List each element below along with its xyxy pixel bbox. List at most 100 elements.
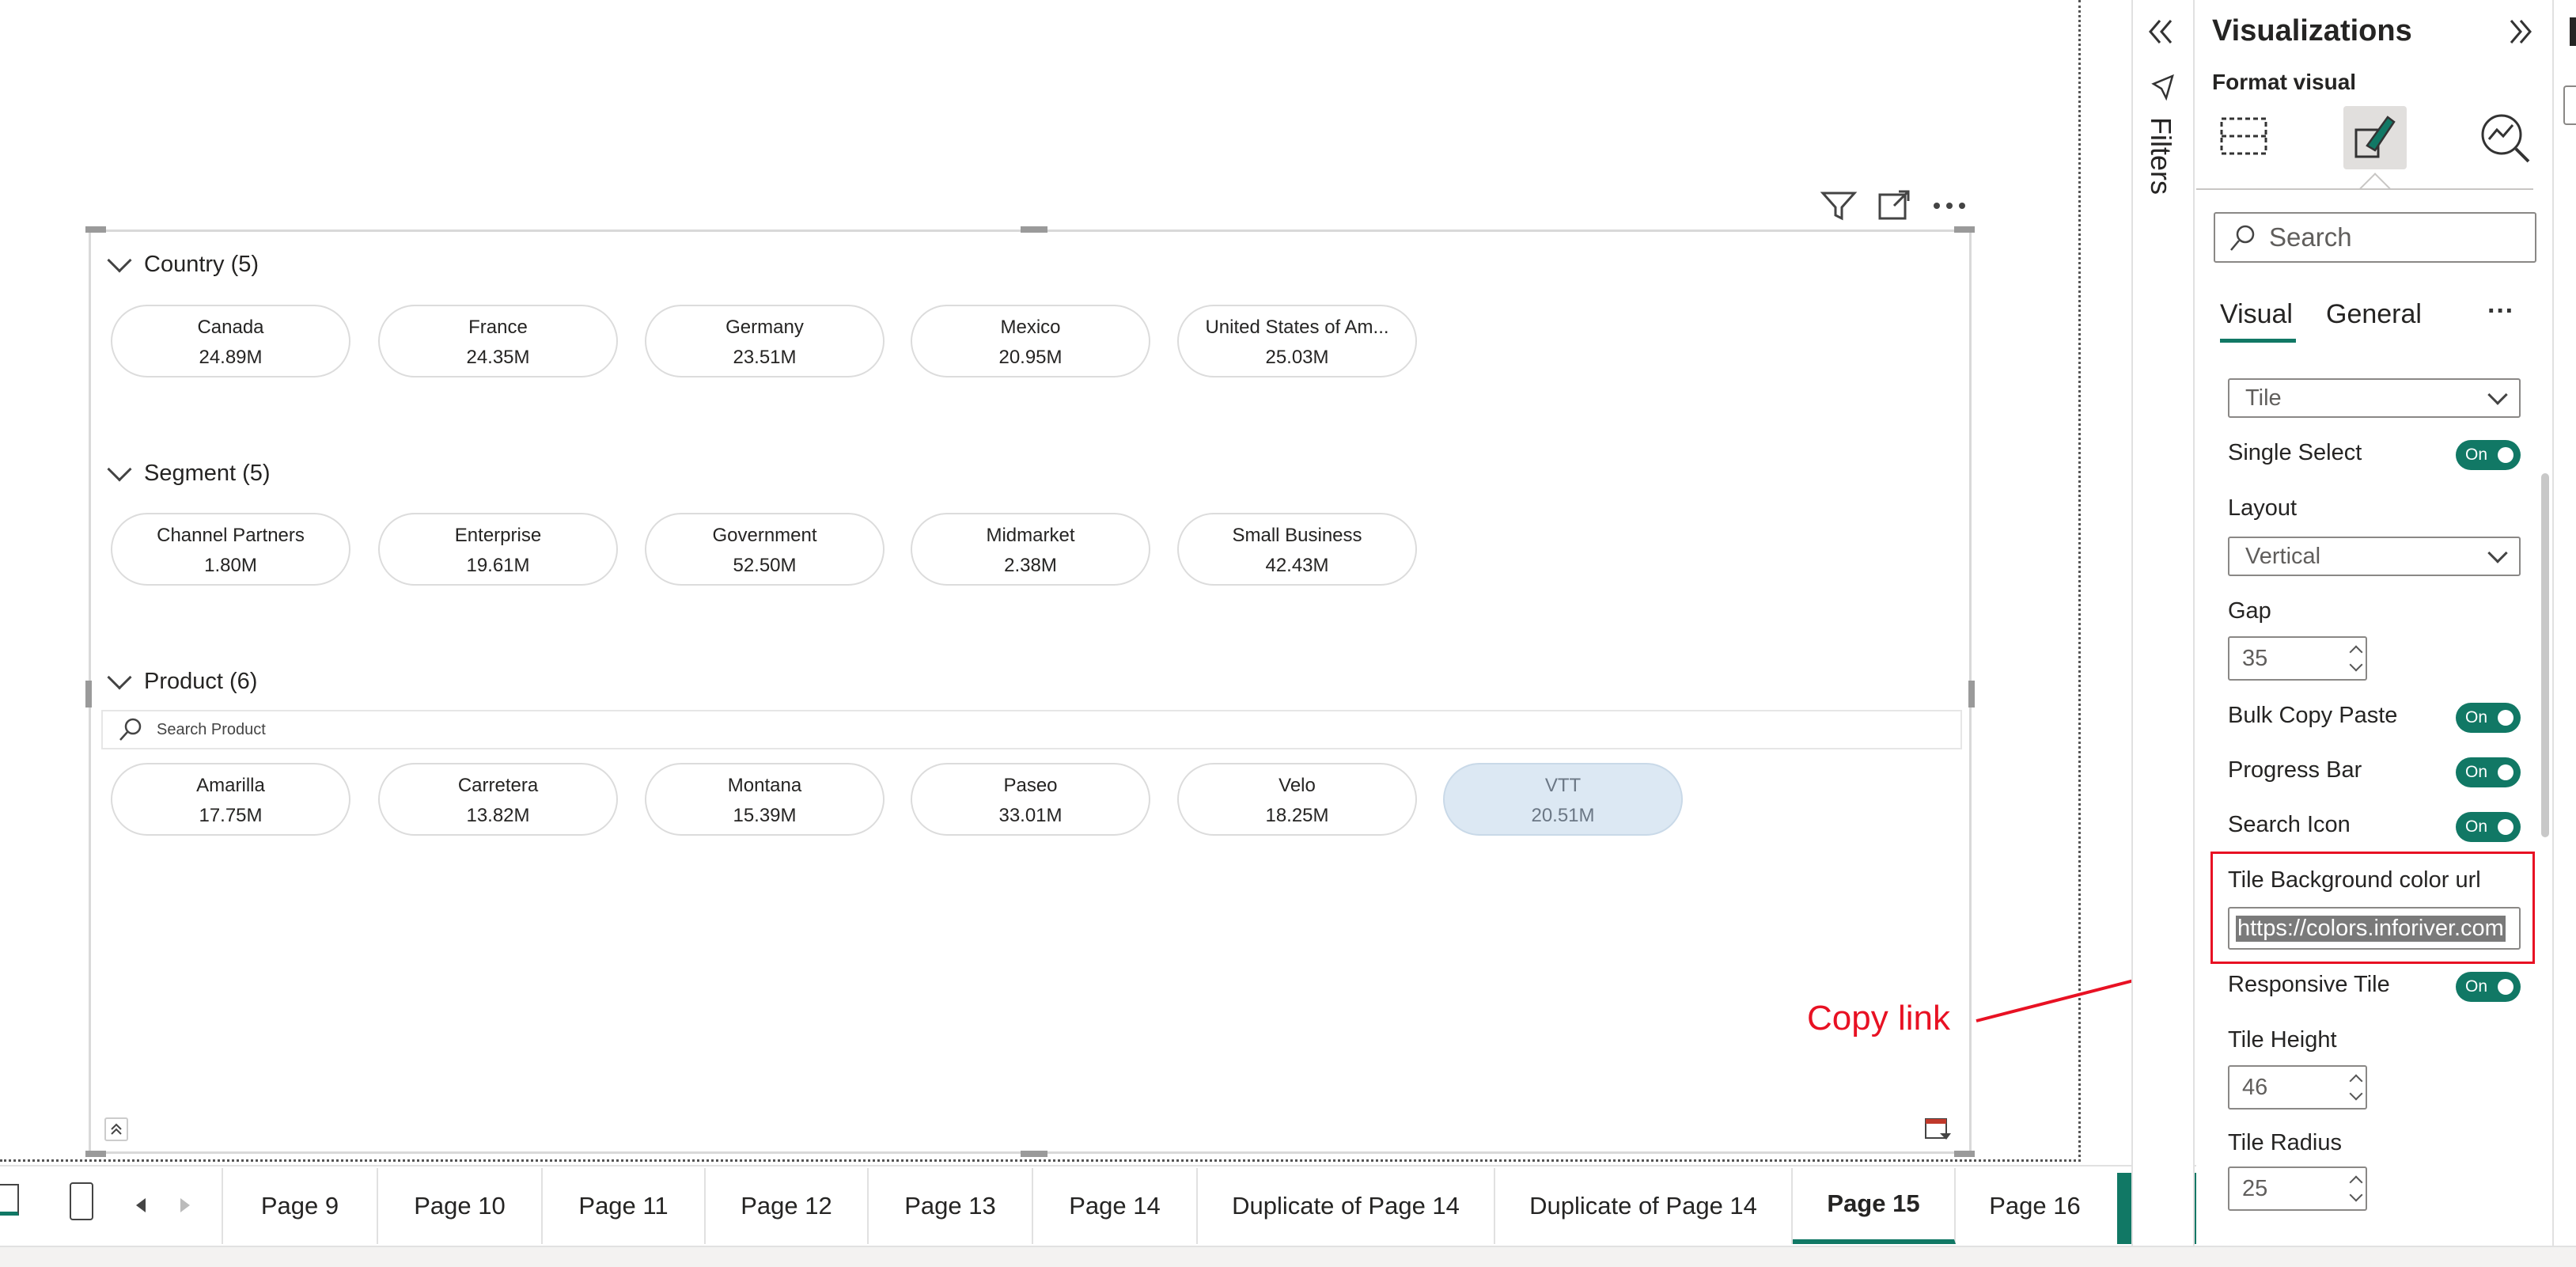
- tile-france[interactable]: France 24.35M: [378, 305, 618, 377]
- search-placeholder: Search Product: [157, 720, 266, 738]
- url-value-selected: https://colors.inforiver.com: [2236, 915, 2506, 942]
- gap-stepper[interactable]: 35: [2228, 636, 2367, 681]
- pane-divider: [2196, 188, 2533, 190]
- stepper-value: 25: [2242, 1175, 2268, 1201]
- resize-handle[interactable]: [1954, 1151, 1975, 1157]
- tile-small-business[interactable]: Small Business 42.43M: [1177, 513, 1417, 586]
- page-tab[interactable]: Page 13: [869, 1168, 1033, 1244]
- product-search-input[interactable]: Search Product: [101, 710, 1962, 749]
- pane-title: Visualizations: [2212, 14, 2412, 47]
- section-header-country[interactable]: Country (5): [107, 247, 259, 278]
- chevron-down-icon: [107, 456, 132, 482]
- tile-mexico[interactable]: Mexico 20.95M: [911, 305, 1150, 377]
- page-tab[interactable]: Page 12: [706, 1168, 869, 1244]
- tab-visual[interactable]: Visual: [2220, 299, 2293, 330]
- search-icon-label: Search Icon: [2228, 812, 2351, 837]
- chevron-down-icon: [2487, 385, 2508, 405]
- page-tab[interactable]: Page 10: [378, 1168, 543, 1244]
- filter-icon[interactable]: [1820, 188, 1858, 223]
- tile-united-states[interactable]: United States of Am... 25.03M: [1177, 305, 1417, 377]
- tile-government[interactable]: Government 52.50M: [645, 513, 885, 586]
- tile-name: Germany: [725, 317, 804, 338]
- data-pane-cut-search: [2563, 85, 2576, 125]
- build-visual-icon[interactable]: [2215, 108, 2272, 165]
- more-options-icon[interactable]: ···: [2487, 296, 2514, 327]
- tile-bg-url-input[interactable]: https://colors.inforiver.com: [2228, 907, 2521, 950]
- page-tab[interactable]: Page 16: [1956, 1168, 2114, 1244]
- decrement-icon[interactable]: [2349, 1087, 2363, 1101]
- page-tab[interactable]: Page 11: [543, 1168, 706, 1244]
- tile-name: Mexico: [1000, 317, 1061, 338]
- viz-search-input[interactable]: Search: [2214, 212, 2536, 263]
- calendar-filter-icon[interactable]: [1924, 1116, 1953, 1143]
- resize-handle[interactable]: [1021, 1151, 1047, 1157]
- expand-filters-icon[interactable]: [2146, 17, 2177, 46]
- resize-handle[interactable]: [85, 1151, 106, 1157]
- tile-name: Government: [712, 525, 817, 546]
- page-tab-active[interactable]: Page 15: [1793, 1168, 1956, 1244]
- style-dropdown[interactable]: Tile: [2228, 378, 2521, 418]
- decrement-icon[interactable]: [2349, 1188, 2363, 1202]
- collapse-all-icon[interactable]: [104, 1117, 128, 1141]
- tile-vtt-selected[interactable]: VTT 20.51M: [1443, 763, 1683, 836]
- tile-value: 23.51M: [733, 347, 797, 368]
- analytics-icon[interactable]: [2475, 108, 2535, 168]
- tile-name: Velo: [1279, 775, 1316, 796]
- tile-carretera[interactable]: Carretera 13.82M: [378, 763, 618, 836]
- section-header-product[interactable]: Product (6): [107, 664, 257, 695]
- prev-page-icon[interactable]: [136, 1198, 146, 1212]
- section-header-segment[interactable]: Segment (5): [107, 456, 271, 487]
- tile-midmarket[interactable]: Midmarket 2.38M: [911, 513, 1150, 586]
- single-select-toggle[interactable]: On: [2456, 440, 2521, 470]
- tile-name: Midmarket: [986, 525, 1075, 546]
- page-tab[interactable]: Duplicate of Page 14: [1495, 1168, 1793, 1244]
- focus-mode-icon[interactable]: [1877, 190, 1911, 222]
- pane-scrollbar-thumb[interactable]: [2541, 473, 2549, 837]
- resize-handle[interactable]: [1954, 226, 1975, 233]
- tile-channel-partners[interactable]: Channel Partners 1.80M: [111, 513, 350, 586]
- tile-canada[interactable]: Canada 24.89M: [111, 305, 350, 377]
- tile-value: 42.43M: [1265, 555, 1329, 576]
- mobile-layout-icon[interactable]: [70, 1182, 93, 1220]
- stepper-value: 35: [2242, 645, 2268, 671]
- page-tab[interactable]: Page 9: [223, 1168, 378, 1244]
- tile-value: 17.75M: [199, 805, 263, 826]
- tile-enterprise[interactable]: Enterprise 19.61M: [378, 513, 618, 586]
- tile-radius-stepper[interactable]: 25: [2228, 1166, 2367, 1211]
- tile-velo[interactable]: Velo 18.25M: [1177, 763, 1417, 836]
- tab-general[interactable]: General: [2326, 299, 2422, 330]
- resize-handle[interactable]: [85, 681, 92, 707]
- tile-amarilla[interactable]: Amarilla 17.75M: [111, 763, 350, 836]
- layout-dropdown[interactable]: Vertical: [2228, 537, 2521, 576]
- responsive-tile-toggle[interactable]: On: [2456, 972, 2521, 1002]
- resize-handle[interactable]: [1968, 681, 1975, 707]
- tile-radius-label: Tile Radius: [2228, 1130, 2342, 1155]
- search-icon-toggle[interactable]: On: [2456, 812, 2521, 842]
- tile-name: Amarilla: [196, 775, 265, 796]
- collapse-pane-icon[interactable]: [2506, 17, 2535, 46]
- tile-germany[interactable]: Germany 23.51M: [645, 305, 885, 377]
- decrement-icon[interactable]: [2349, 658, 2363, 672]
- tile-height-stepper[interactable]: 46: [2228, 1065, 2367, 1110]
- tile-paseo[interactable]: Paseo 33.01M: [911, 763, 1150, 836]
- increment-icon[interactable]: [2349, 1074, 2363, 1088]
- desktop-layout-icon[interactable]: [0, 1184, 19, 1216]
- more-options-icon[interactable]: [1930, 199, 1968, 212]
- increment-icon[interactable]: [2349, 645, 2363, 659]
- tile-value: 19.61M: [466, 555, 530, 576]
- increment-icon[interactable]: [2349, 1175, 2363, 1189]
- tile-value: 33.01M: [998, 805, 1063, 826]
- progress-bar-toggle[interactable]: On: [2456, 757, 2521, 787]
- tile-name: Channel Partners: [157, 525, 305, 546]
- page-tab[interactable]: Page 14: [1033, 1168, 1198, 1244]
- bulk-copy-toggle[interactable]: On: [2456, 703, 2521, 733]
- tile-value: 18.25M: [1265, 805, 1329, 826]
- next-page-icon[interactable]: [180, 1198, 190, 1212]
- resize-handle[interactable]: [85, 226, 106, 233]
- page-tab[interactable]: Duplicate of Page 14: [1198, 1168, 1495, 1244]
- responsive-tile-label: Responsive Tile: [2228, 972, 2390, 997]
- resize-handle[interactable]: [1021, 226, 1047, 233]
- filters-label[interactable]: Filters: [2141, 117, 2177, 275]
- tile-montana[interactable]: Montana 15.39M: [645, 763, 885, 836]
- format-visual-icon[interactable]: [2343, 106, 2407, 169]
